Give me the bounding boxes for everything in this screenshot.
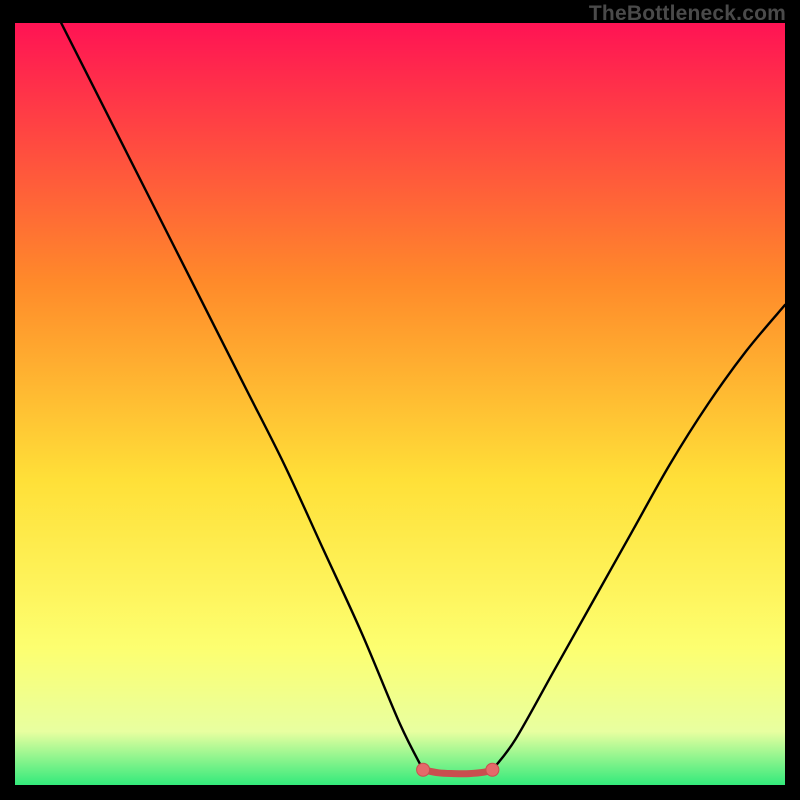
chart-frame: TheBottleneck.com <box>0 0 800 800</box>
marker-left <box>417 763 430 776</box>
marker-right <box>486 763 499 776</box>
plot-area <box>15 23 785 785</box>
gradient-background <box>15 23 785 785</box>
chart-svg <box>15 23 785 785</box>
flat-highlight <box>423 770 492 774</box>
